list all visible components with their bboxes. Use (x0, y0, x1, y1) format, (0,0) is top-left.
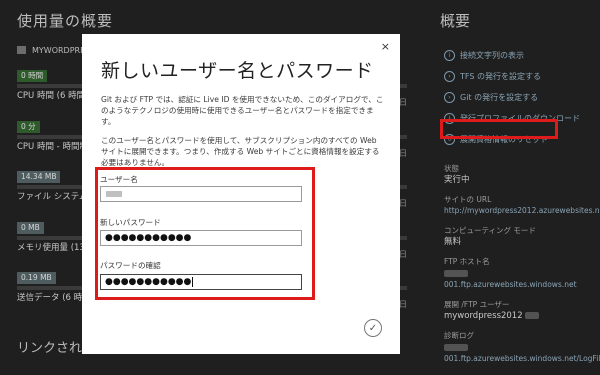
metric-value: 0.19 MB (17, 272, 56, 284)
ftp-host-value (444, 267, 594, 279)
check-icon: ✓ (368, 322, 378, 334)
credentials-dialog: × 新しいユーザー名とパスワード Git および FTP では、認証に Live… (82, 34, 400, 354)
edge-mark: 日 (399, 300, 407, 309)
info-icon: i (444, 50, 455, 61)
redacted-text (524, 312, 539, 319)
reset-credentials-highlight (440, 119, 558, 139)
prop-value: 実行中 (444, 175, 470, 185)
metric-value: 0 分 (17, 121, 40, 133)
password-input[interactable]: ●●●●●●●●●●● (100, 230, 302, 246)
redacted-text (444, 269, 468, 277)
text-caret (192, 276, 194, 287)
deploy-user-value: mywordpress2012 (444, 310, 594, 322)
metric-value: 14.34 MB (17, 171, 61, 183)
metric-label: CPU 時間 - 時間制 (17, 142, 88, 152)
prop-label: 展開 /FTP ユーザー (444, 300, 510, 309)
dialog-description: Git および FTP では、認証に Live ID を使用できないため、このダ… (101, 95, 384, 126)
action-git-publish[interactable]: › Git の発行を設定する (444, 88, 580, 107)
overview-title: 概要 (440, 12, 471, 30)
action-label: TFS の発行を設定する (460, 72, 541, 81)
edge-mark: 日 (399, 199, 407, 208)
action-label: Git の発行を設定する (460, 93, 539, 102)
ftp-host-link[interactable]: 001.ftp.azurewebsites.windows.net (444, 279, 594, 291)
git-icon: › (444, 92, 455, 103)
edge-mark: 日 (399, 149, 407, 158)
dialog-title: 新しいユーザー名とパスワード (101, 60, 374, 82)
prop-value: 無料 (444, 237, 462, 247)
metric-label: ファイル システム (17, 192, 88, 202)
site-properties: 状態 実行中 サイトの URL http://mywordpress2012.a… (444, 155, 600, 365)
dialog-description-2: このユーザー名とパスワードを使用して、サブスクリプション内のすべての Web サ… (101, 136, 380, 167)
prop-label: FTP ホスト名 (444, 257, 490, 266)
prop-label: サイトの URL (444, 195, 492, 204)
prop-label: コンピューティング モード (444, 226, 536, 235)
confirm-password-label: パスワードの確認 (100, 261, 161, 270)
redacted-text (444, 343, 468, 351)
ok-check-button[interactable]: ✓ (364, 319, 382, 337)
close-icon[interactable]: × (381, 40, 390, 53)
prop-label: 診断ログ (444, 331, 474, 340)
diagnostic-log-value (444, 341, 594, 353)
confirm-password-input[interactable]: ●●●●●●●●●●● (100, 274, 302, 290)
edge-mark: 日 (399, 250, 407, 259)
confirm-password-value: ●●●●●●●●●●● (105, 277, 192, 287)
edge-mark: 日 (399, 98, 407, 107)
action-tfs-publish[interactable]: › TFS の発行を設定する (444, 67, 580, 86)
tfs-icon: › (444, 71, 455, 82)
metric-label: CPU 時間 (6 時間 (17, 91, 86, 101)
site-url-link[interactable]: http://mywordpress2012.azurewebsites.net (444, 205, 600, 217)
metric-label: 送信データ (6 時間 (17, 293, 91, 303)
password-label: 新しいパスワード (100, 218, 161, 227)
metric-value: 0 MB (17, 222, 44, 234)
diagnostic-log-link[interactable]: 001.ftp.azurewebsites.windows.net/LogFil… (444, 353, 600, 365)
prop-label: 状態 (444, 164, 459, 173)
metric-value: 0 時間 (17, 70, 48, 82)
username-label: ユーザー名 (100, 175, 138, 184)
username-input[interactable] (100, 186, 302, 202)
usage-overview-title: 使用量の概要 (17, 12, 114, 30)
deploy-user-text: mywordpress2012 (444, 311, 523, 321)
legend-swatch (17, 46, 26, 54)
action-label: 接続文字列の表示 (460, 51, 524, 60)
action-connection-strings[interactable]: i 接続文字列の表示 (444, 46, 580, 65)
redacted-username (106, 190, 122, 197)
